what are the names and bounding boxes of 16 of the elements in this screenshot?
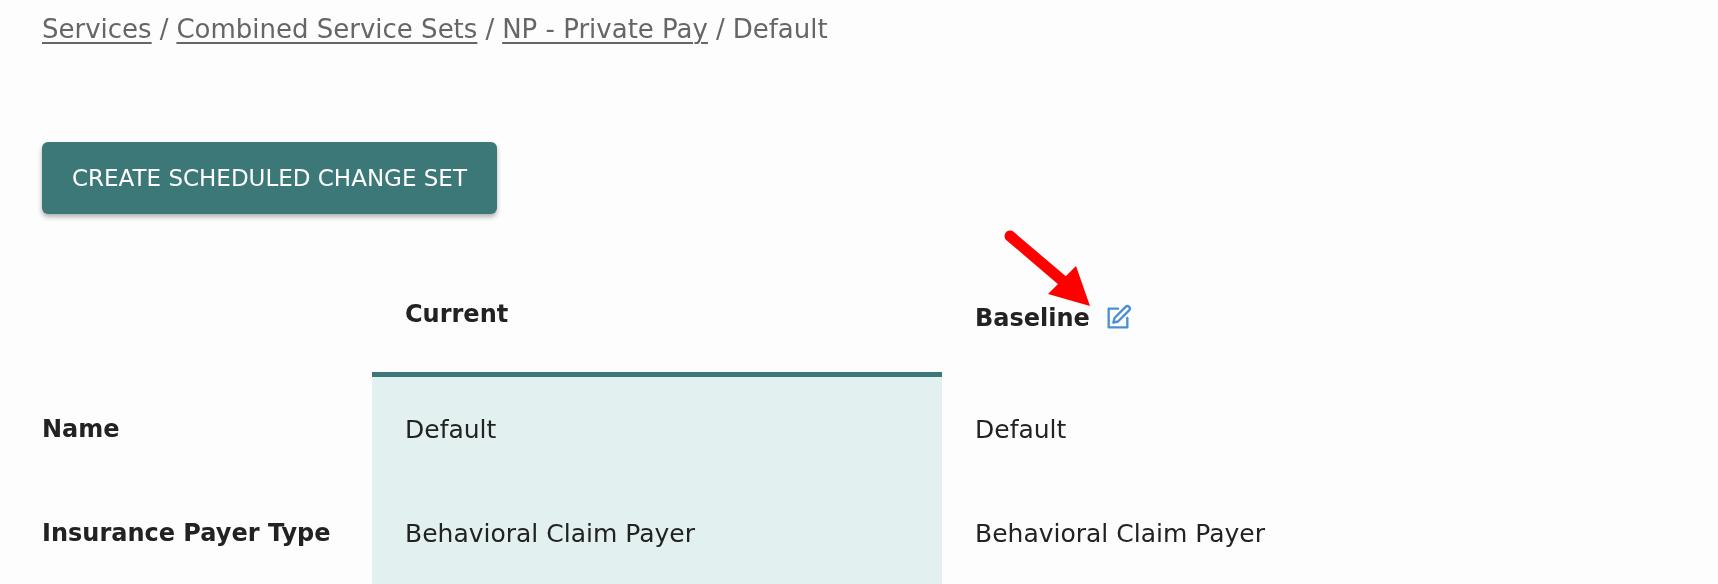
breadcrumb-separator: / [715, 14, 725, 44]
breadcrumb-link[interactable]: Combined Service Sets [176, 14, 478, 44]
breadcrumb-separator: / [485, 14, 495, 44]
row-label: Insurance Payer Type [42, 519, 331, 547]
breadcrumb-link[interactable]: Services [42, 14, 152, 44]
breadcrumb-link[interactable]: NP - Private Pay [502, 14, 708, 44]
create-change-set-button[interactable]: CREATE SCHEDULED CHANGE SET [42, 142, 497, 214]
table-cell: Behavioral Claim Payer [405, 518, 695, 548]
row-label: Name [42, 415, 120, 443]
column-title: Current [405, 299, 509, 328]
table-cell: Behavioral Claim Payer [975, 518, 1265, 548]
breadcrumb-current: Default [732, 14, 828, 44]
table-cell: Default [405, 414, 497, 444]
column-title: Baseline [975, 303, 1090, 332]
table-cell: Default [975, 414, 1067, 444]
breadcrumb-separator: / [159, 14, 169, 44]
